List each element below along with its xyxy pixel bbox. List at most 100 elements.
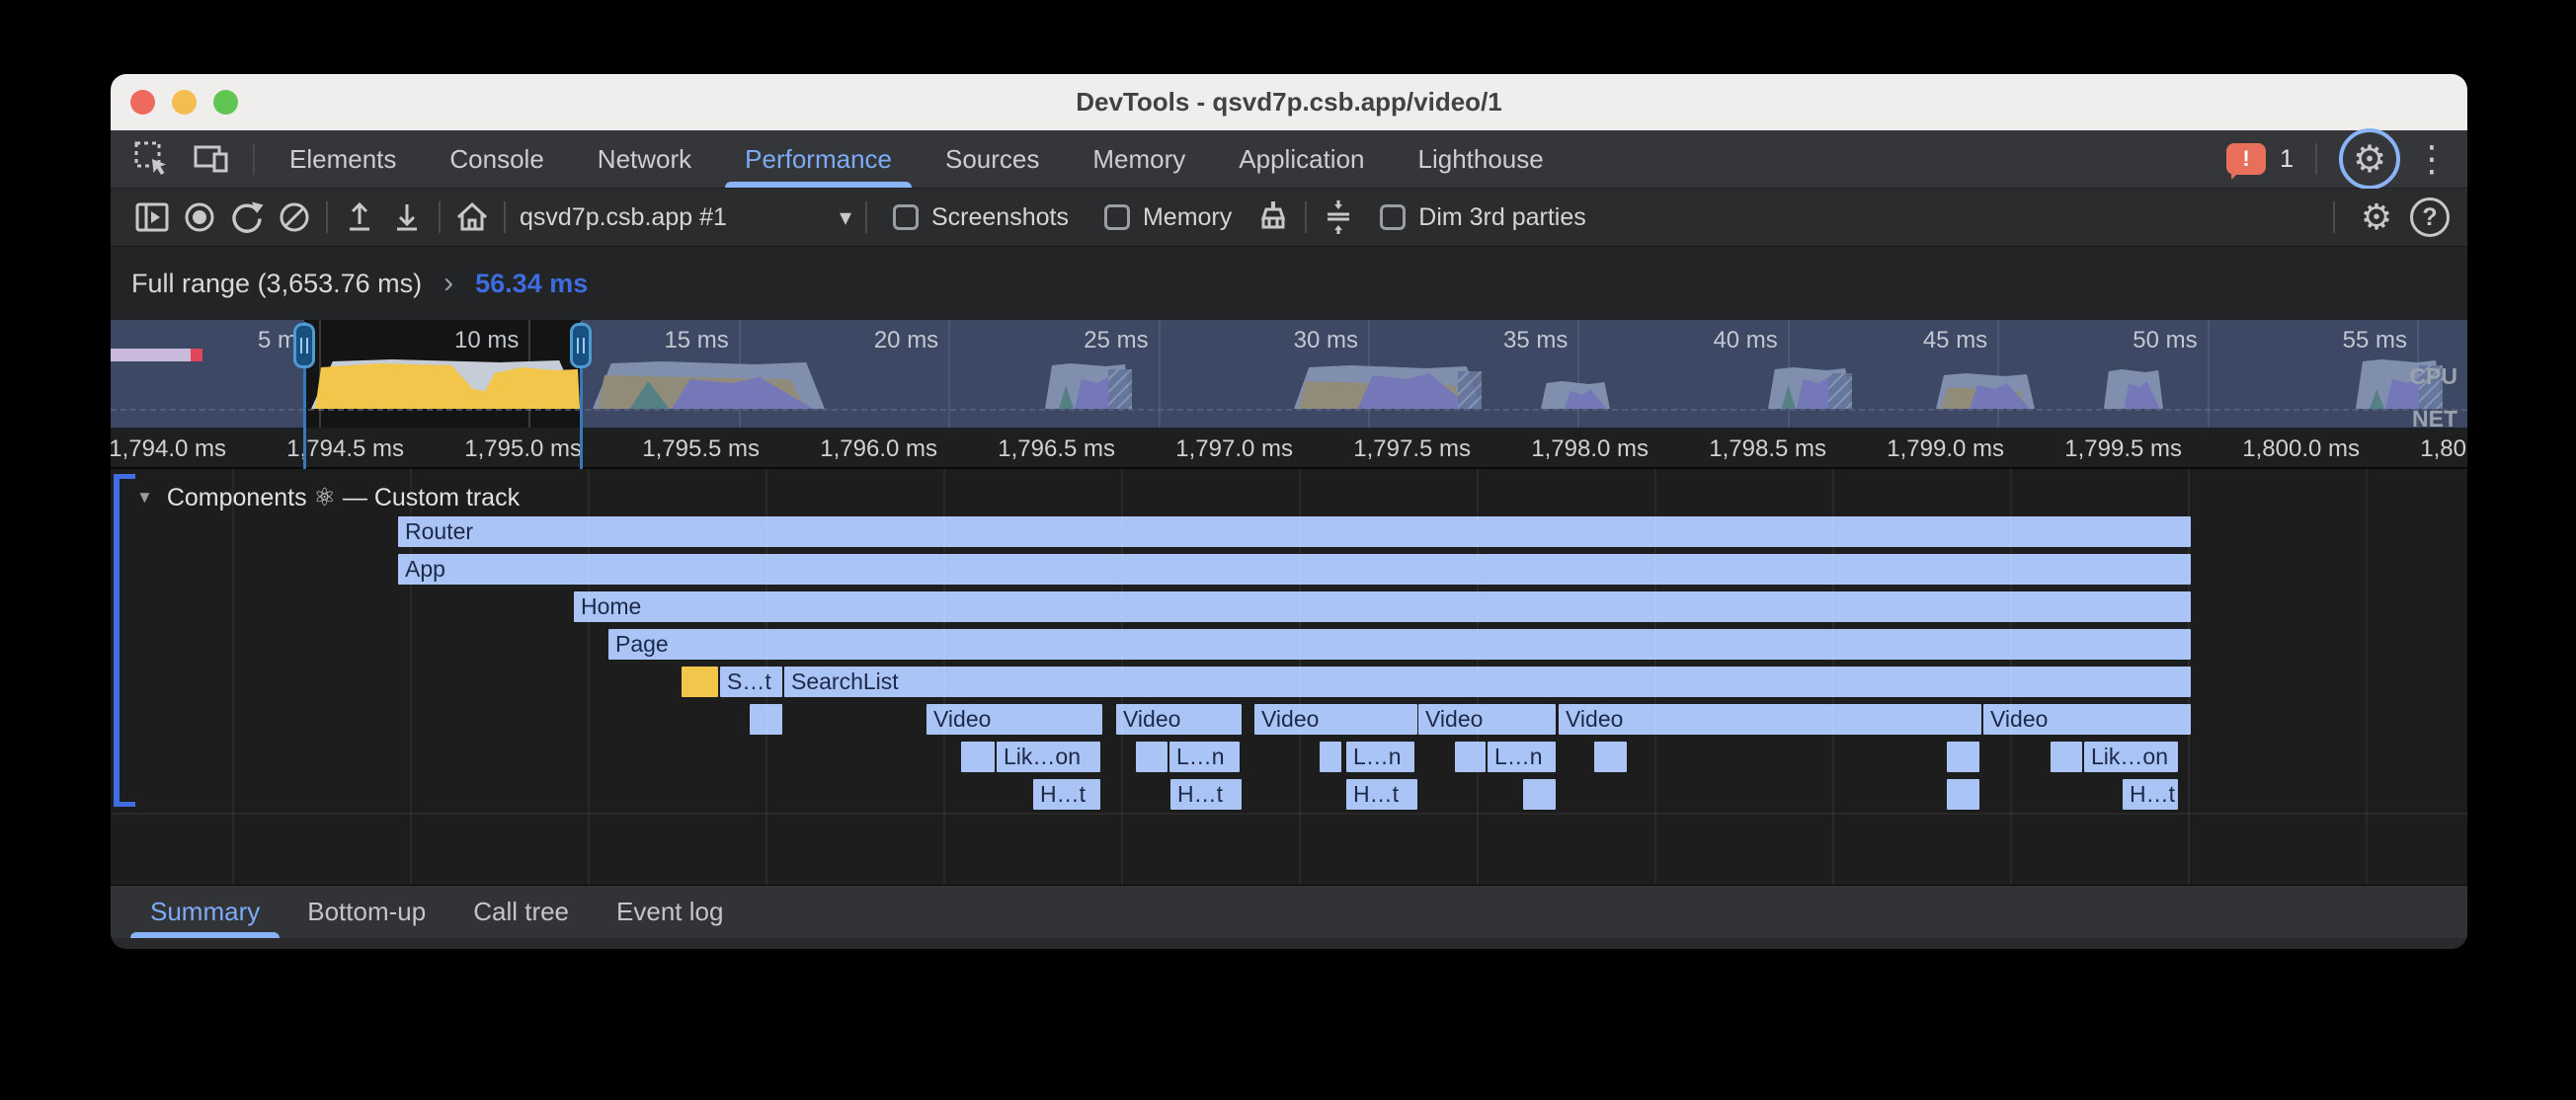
flame-bar-home[interactable]: Home [574, 591, 2191, 622]
download-profile-icon[interactable] [383, 195, 431, 240]
ruler-label: 1,794.5 ms [216, 435, 404, 463]
flame-bar-st[interactable]: S…t [720, 667, 782, 697]
tab-console[interactable]: Console [423, 130, 570, 188]
gc-brush-icon[interactable] [1249, 195, 1297, 240]
tab-bottom-up[interactable]: Bottom-up [283, 886, 449, 938]
tab-label: Bottom-up [307, 897, 426, 927]
ruler-label: 1,796.5 ms [927, 435, 1115, 463]
tab-network[interactable]: Network [571, 130, 718, 188]
inspect-element-icon[interactable] [126, 136, 178, 182]
flame-bar-video[interactable]: Video [926, 704, 1102, 735]
upload-profile-icon[interactable] [336, 195, 383, 240]
flame-bar-video[interactable]: Video [1116, 704, 1242, 735]
overview-tick-label: 40 ms [1630, 327, 1778, 354]
ruler-label: 1,795.5 ms [572, 435, 760, 463]
tabbar-right: ! 1 ⚙ ⋮ [2226, 130, 2467, 188]
help-icon[interactable]: ? [2410, 197, 2450, 237]
kebab-menu-icon[interactable]: ⋮ [2414, 141, 2450, 177]
flame-bar[interactable] [1136, 742, 1167, 772]
separator [253, 143, 255, 175]
maximize-window-button[interactable] [213, 90, 238, 115]
tab-label: Network [598, 144, 691, 175]
components-track[interactable]: ▼ Components ⚛ — Custom track Router App H… [111, 469, 2467, 885]
flame-bar[interactable] [682, 667, 718, 697]
tab-elements[interactable]: Elements [263, 130, 423, 188]
titlebar: DevTools - qsvd7p.csb.app/video/1 [111, 74, 2467, 130]
screenshots-checkbox[interactable] [893, 204, 919, 230]
ruler-label: 1,800.0 ms [2172, 435, 2360, 463]
devtools-window: DevTools - qsvd7p.csb.app/video/1 [111, 74, 2467, 949]
track-gridline [943, 469, 945, 885]
flame-bar-ln[interactable]: L…n [1346, 742, 1414, 772]
tab-sources[interactable]: Sources [919, 130, 1066, 188]
tab-summary[interactable]: Summary [126, 886, 283, 938]
tab-label: Sources [945, 144, 1039, 175]
flame-bar[interactable] [1320, 742, 1341, 772]
minimize-window-button[interactable] [172, 90, 197, 115]
flame-bar-ht[interactable]: H…t [2123, 779, 2178, 810]
tab-call-tree[interactable]: Call tree [449, 886, 593, 938]
panel-settings-gear-icon[interactable]: ⚙ [2353, 195, 2400, 240]
collapse-triangle-icon[interactable]: ▼ [136, 488, 153, 508]
selection-handle-right[interactable] [570, 323, 592, 368]
flame-bar[interactable] [1947, 742, 1979, 772]
flame-bar[interactable] [1594, 742, 1627, 772]
dim-3rd-parties-checkbox-row[interactable]: Dim 3rd parties [1380, 203, 1586, 232]
memory-checkbox-row[interactable]: Memory [1104, 203, 1232, 232]
selection-handle-left[interactable] [293, 323, 315, 368]
settings-focus-ring[interactable]: ⚙ [2339, 128, 2400, 190]
device-toolbar-icon[interactable] [186, 136, 237, 182]
tab-application[interactable]: Application [1212, 130, 1391, 188]
flame-bar[interactable] [1523, 779, 1556, 810]
close-window-button[interactable] [130, 90, 155, 115]
tab-event-log[interactable]: Event log [593, 886, 747, 938]
flame-bar[interactable] [2051, 742, 2082, 772]
separator [2315, 143, 2317, 175]
flame-bar-ht[interactable]: H…t [1033, 779, 1100, 810]
record-and-reload-icon[interactable] [223, 195, 271, 240]
tab-memory[interactable]: Memory [1066, 130, 1212, 188]
flame-bar-searchlist[interactable]: SearchList [784, 667, 2191, 697]
separator [1305, 201, 1307, 233]
flame-bar-router[interactable]: Router [398, 516, 2191, 547]
collapse-sections-icon[interactable] [1315, 195, 1362, 240]
dim-3rd-parties-checkbox[interactable] [1380, 204, 1406, 230]
clear-icon[interactable] [271, 195, 318, 240]
flame-bar-video[interactable]: Video [1418, 704, 1556, 735]
ruler-label: 1,799.0 ms [1816, 435, 2004, 463]
toggle-sidebar-icon[interactable] [128, 195, 176, 240]
flame-bar-ht[interactable]: H…t [1346, 779, 1417, 810]
track-header[interactable]: ▼ Components ⚛ — Custom track [136, 483, 520, 512]
tabbar-icons [111, 130, 263, 188]
flame-bar-video[interactable]: Video [1983, 704, 2191, 735]
flame-bar-page[interactable]: Page [608, 629, 2191, 660]
breadcrumb-full-range[interactable]: Full range (3,653.76 ms) [131, 269, 422, 299]
performance-toolbar: qsvd7p.csb.app #1 ▾ Screenshots Memory [111, 189, 2467, 247]
flame-bar[interactable] [1947, 779, 1979, 810]
flame-bar-likon[interactable]: Lik…on [997, 742, 1100, 772]
ruler-label: 1,794.0 ms [111, 435, 226, 463]
target-selector-dropdown[interactable]: qsvd7p.csb.app #1 ▾ [520, 203, 851, 232]
flame-bar-ln[interactable]: L…n [1488, 742, 1556, 772]
flame-bar-video[interactable]: Video [1254, 704, 1417, 735]
flame-bar-video[interactable]: Video [1559, 704, 1981, 735]
track-gridline [1121, 469, 1123, 885]
flame-bar-likon[interactable]: Lik…on [2084, 742, 2178, 772]
error-badge-icon[interactable]: ! [2226, 143, 2266, 175]
memory-checkbox[interactable] [1104, 204, 1130, 230]
breadcrumb-selected-range[interactable]: 56.34 ms [475, 269, 588, 299]
active-tab-underline [725, 182, 912, 188]
flame-bar-app[interactable]: App [398, 554, 2191, 585]
home-icon[interactable] [448, 195, 496, 240]
tab-lighthouse[interactable]: Lighthouse [1392, 130, 1570, 188]
flame-bar[interactable] [961, 742, 995, 772]
track-gridline [2366, 469, 2368, 885]
record-icon[interactable] [176, 195, 223, 240]
timeline-overview[interactable]: CPU NET 5 ms10 ms15 ms20 ms25 ms30 ms35 … [111, 320, 2467, 428]
tab-label: Summary [150, 897, 260, 927]
tab-performance[interactable]: Performance [718, 130, 919, 188]
flame-bar-ln[interactable]: L…n [1169, 742, 1240, 772]
flame-bar-ht[interactable]: H…t [1170, 779, 1242, 810]
flame-bar[interactable] [1455, 742, 1486, 772]
screenshots-checkbox-row[interactable]: Screenshots [893, 203, 1069, 232]
